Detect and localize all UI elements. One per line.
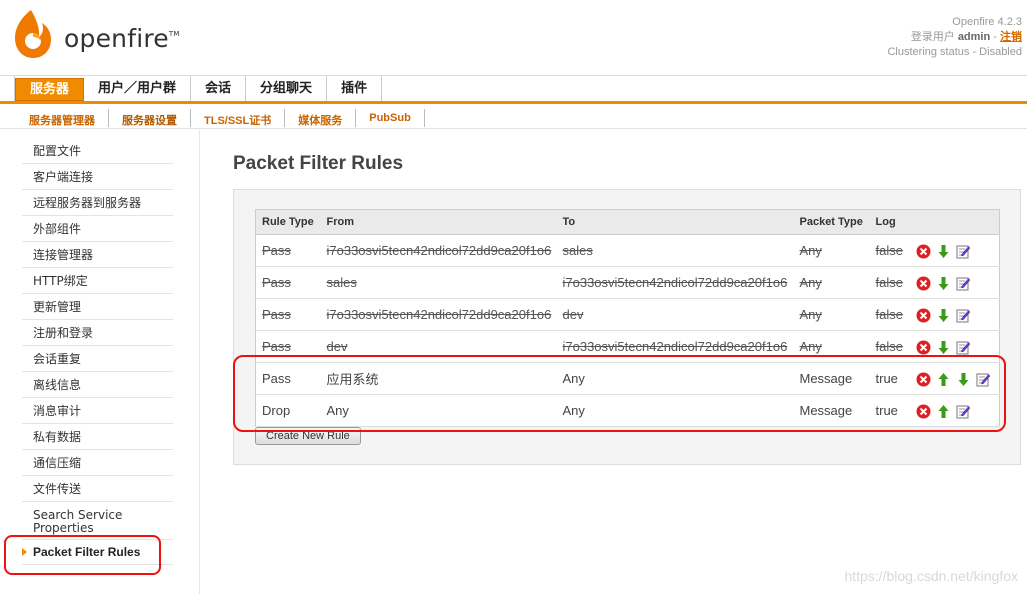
cell-type: Pass [255, 234, 321, 267]
sidebar-item-file-transfer[interactable]: 文件传送 [22, 476, 173, 502]
sidebar-item-client-connections[interactable]: 客户端连接 [22, 164, 173, 190]
table-row: Pass i7o33osvi5tecn42ndicol72dd9ca20f1o6 d… [255, 298, 1000, 331]
col-from: From [320, 209, 557, 235]
cell-type: Pass [255, 298, 321, 331]
delete-icon[interactable] [916, 276, 931, 291]
edit-icon[interactable] [956, 244, 971, 259]
cell-to: i7o33osvi5tecn42ndicol72dd9ca20f1o6 [556, 266, 794, 299]
table-row: Pass sales i7o33osvi5tecn42ndicol72dd9ca20… [255, 266, 1000, 299]
edit-icon[interactable] [956, 276, 971, 291]
tab-plugins[interactable]: 插件 [327, 76, 383, 101]
sidebar-item-offline-messages[interactable]: 离线信息 [22, 372, 173, 398]
cell-from: sales [320, 266, 557, 299]
move-down-icon[interactable] [936, 276, 951, 291]
move-down-icon[interactable] [936, 308, 951, 323]
tab-group-chat[interactable]: 分组聊天 [246, 76, 328, 101]
table-row: Pass i7o33osvi5tecn42ndicol72dd9ca20f1o6 s… [255, 234, 1000, 267]
main-nav: 服务器 用户／用户群 会话 分组聊天 插件 [0, 76, 1027, 104]
sidebar-item-http-binding[interactable]: HTTP绑定 [22, 268, 173, 294]
sidebar-item-update-manager[interactable]: 更新管理 [22, 294, 173, 320]
subtab-pubsub[interactable]: PubSub [356, 109, 425, 127]
header: openfireTM Openfire 4.2.3 登录用户 admin - 注… [0, 0, 1027, 76]
sidebar-item-private-data[interactable]: 私有数据 [22, 424, 173, 450]
col-packet-type: Packet Type [793, 209, 870, 235]
tab-users-groups[interactable]: 用户／用户群 [84, 76, 192, 101]
edit-icon[interactable] [956, 308, 971, 323]
col-to: To [556, 209, 794, 235]
cell-from: i7o33osvi5tecn42ndicol72dd9ca20f1o6 [320, 298, 557, 331]
cell-packet: Any [793, 234, 870, 267]
sidebar-item-compression[interactable]: 通信压缩 [22, 450, 173, 476]
cell-type: Pass [255, 266, 321, 299]
delete-icon[interactable] [916, 340, 931, 355]
sidebar-item-server-to-server[interactable]: 远程服务器到服务器 [22, 190, 173, 216]
sidebar-item-connection-managers[interactable]: 连接管理器 [22, 242, 173, 268]
subtab-media-services[interactable]: 媒体服务 [285, 109, 357, 127]
move-down-icon[interactable] [936, 244, 951, 259]
rules-highlight-annotation [233, 355, 1006, 432]
sub-nav: 服务器管理器 服务器设置 TLS/SSL证书 媒体服务 PubSub [0, 107, 1027, 129]
cell-actions [909, 266, 1000, 299]
sidebar-item-external-components[interactable]: 外部组件 [22, 216, 173, 242]
clustering-status: Clustering status - Disabled [887, 46, 1022, 58]
sidebar-item-message-audit[interactable]: 消息审计 [22, 398, 173, 424]
delete-icon[interactable] [916, 244, 931, 259]
sidebar-item-profile[interactable]: 配置文件 [22, 138, 173, 164]
sidebar: 配置文件 客户端连接 远程服务器到服务器 外部组件 连接管理器 HTTP绑定 更… [0, 130, 200, 594]
current-user: admin [957, 31, 991, 43]
version-label: Openfire 4.2.3 [952, 16, 1022, 28]
subtab-server-settings[interactable]: 服务器设置 [109, 109, 191, 127]
cell-packet: Any [793, 266, 870, 299]
col-rule-type: Rule Type [255, 209, 321, 235]
delete-icon[interactable] [916, 308, 931, 323]
cell-from: i7o33osvi5tecn42ndicol72dd9ca20f1o6 [320, 234, 557, 267]
sidebar-item-resource-conflicts[interactable]: 会话重复 [22, 346, 173, 372]
cell-to: sales [556, 234, 794, 267]
col-log: Log [869, 209, 910, 235]
tab-sessions[interactable]: 会话 [191, 76, 247, 101]
page-title: Packet Filter Rules [233, 153, 404, 174]
cell-actions [909, 298, 1000, 331]
cell-actions [909, 234, 1000, 267]
col-actions [909, 209, 1000, 235]
sidebar-highlight-annotation [4, 535, 161, 575]
watermark: https://blog.csdn.net/kingfox [844, 568, 1018, 584]
openfire-logo-icon [15, 10, 51, 58]
brand-name: openfireTM [64, 24, 180, 53]
sidebar-item-registration-login[interactable]: 注册和登录 [22, 320, 173, 346]
cell-packet: Any [793, 298, 870, 331]
cell-log: false [869, 266, 910, 299]
subtab-tls-ssl[interactable]: TLS/SSL证书 [191, 109, 286, 127]
subtab-server-manager[interactable]: 服务器管理器 [16, 109, 109, 127]
header-info: Openfire 4.2.3 登录用户 admin - 注销 Clusterin… [887, 16, 1022, 58]
move-down-icon[interactable] [936, 340, 951, 355]
cell-log: false [869, 298, 910, 331]
tab-server[interactable]: 服务器 [15, 78, 85, 101]
cell-log: false [869, 234, 910, 267]
edit-icon[interactable] [956, 340, 971, 355]
cell-to: dev [556, 298, 794, 331]
logout-link[interactable]: 注销 [1000, 31, 1022, 43]
